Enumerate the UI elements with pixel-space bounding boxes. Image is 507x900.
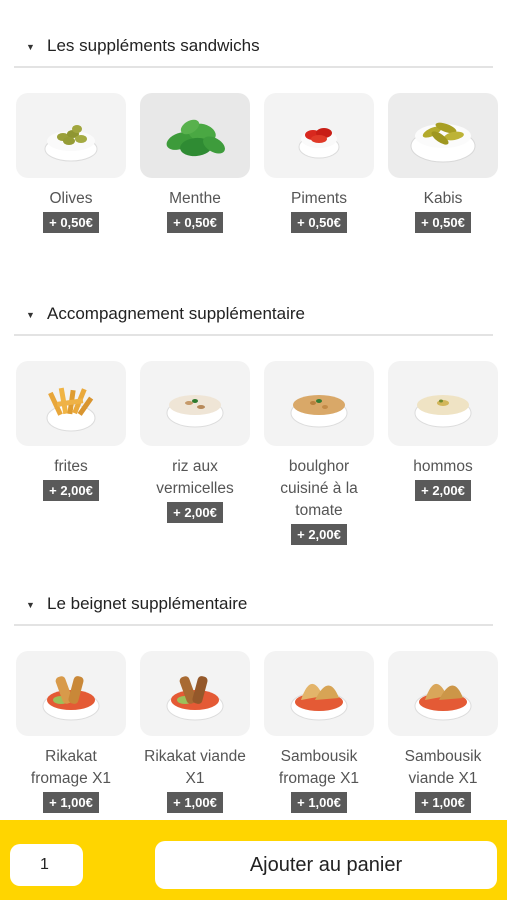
fries-bowl-icon[interactable] bbox=[16, 361, 126, 446]
rice-bowl-icon[interactable] bbox=[140, 361, 250, 446]
item-olives[interactable]: Olives + 0,50€ bbox=[16, 93, 126, 233]
mint-leaves-icon[interactable] bbox=[140, 93, 250, 178]
price-badge: + 0,50€ bbox=[291, 212, 347, 233]
item-rikakat-fromage[interactable]: Rikakat fromage X1 + 1,00€ bbox=[16, 651, 126, 813]
section-header[interactable]: ▼ Accompagnement supplémentaire bbox=[14, 296, 493, 336]
bulgur-bowl-icon[interactable] bbox=[264, 361, 374, 446]
olives-bowl-icon[interactable] bbox=[16, 93, 126, 178]
item-name: Kabis bbox=[423, 190, 463, 207]
item-kabis[interactable]: Kabis + 0,50€ bbox=[388, 93, 498, 233]
item-name: Sambousik viande X1 bbox=[404, 748, 482, 787]
price-badge: + 0,50€ bbox=[167, 212, 223, 233]
price-badge: + 0,50€ bbox=[43, 212, 99, 233]
price-badge: + 1,00€ bbox=[43, 792, 99, 813]
caret-down-icon[interactable]: ▼ bbox=[26, 600, 35, 610]
add-to-cart-button[interactable]: Ajouter au panier bbox=[155, 841, 497, 889]
section-header[interactable]: ▼ Les suppléments sandwichs bbox=[14, 28, 493, 68]
item-hommos[interactable]: hommos + 2,00€ bbox=[388, 361, 498, 501]
item-name: Piments bbox=[291, 190, 347, 207]
item-name: riz aux vermicelles bbox=[156, 458, 234, 497]
item-frites[interactable]: frites + 2,00€ bbox=[16, 361, 126, 501]
item-name: Sambousik fromage X1 bbox=[278, 748, 360, 787]
price-badge: + 2,00€ bbox=[167, 502, 223, 523]
section-header[interactable]: ▼ Le beignet supplémentaire bbox=[14, 586, 493, 626]
item-name: hommos bbox=[413, 458, 473, 475]
item-name: Menthe bbox=[169, 190, 221, 207]
item-name: Rikakat fromage X1 bbox=[30, 748, 112, 787]
price-badge: + 2,00€ bbox=[291, 524, 347, 545]
price-badge: + 1,00€ bbox=[291, 792, 347, 813]
items-row: Olives + 0,50€ Menthe + 0,50€ Piments + … bbox=[16, 93, 507, 323]
quantity-input[interactable] bbox=[10, 844, 83, 886]
item-rikakat-viande[interactable]: Rikakat viande X1 + 1,00€ bbox=[140, 651, 250, 813]
price-badge: + 1,00€ bbox=[167, 792, 223, 813]
sambousik-bowl-icon[interactable] bbox=[264, 651, 374, 736]
footer-bar: Ajouter au panier bbox=[0, 820, 507, 900]
sambousik-bowl-icon[interactable] bbox=[388, 651, 498, 736]
items-row: frites + 2,00€ riz aux vermicelles + 2,0… bbox=[16, 361, 507, 561]
section-title: Les suppléments sandwichs bbox=[47, 36, 260, 55]
pickles-bowl-icon[interactable] bbox=[388, 93, 498, 178]
caret-down-icon[interactable]: ▼ bbox=[26, 42, 35, 52]
section-title: Accompagnement supplémentaire bbox=[47, 304, 305, 323]
rikakat-bowl-icon[interactable] bbox=[140, 651, 250, 736]
price-badge: + 0,50€ bbox=[415, 212, 471, 233]
item-name: frites bbox=[54, 458, 88, 475]
rikakat-bowl-icon[interactable] bbox=[16, 651, 126, 736]
section-title: Le beignet supplémentaire bbox=[47, 594, 248, 613]
price-badge: + 2,00€ bbox=[43, 480, 99, 501]
item-menthe[interactable]: Menthe + 0,50€ bbox=[140, 93, 250, 233]
item-boulghor[interactable]: boulghor cuisiné à la tomate + 2,00€ bbox=[264, 361, 374, 545]
price-badge: + 1,00€ bbox=[415, 792, 471, 813]
item-name: Rikakat viande X1 bbox=[144, 748, 246, 787]
item-piments[interactable]: Piments + 0,50€ bbox=[264, 93, 374, 233]
item-riz-aux-vermicelles[interactable]: riz aux vermicelles + 2,00€ bbox=[140, 361, 250, 523]
hummus-bowl-icon[interactable] bbox=[388, 361, 498, 446]
item-sambousik-fromage[interactable]: Sambousik fromage X1 + 1,00€ bbox=[264, 651, 374, 813]
item-sambousik-viande[interactable]: Sambousik viande X1 + 1,00€ bbox=[388, 651, 498, 813]
caret-down-icon[interactable]: ▼ bbox=[26, 310, 35, 320]
item-name: boulghor cuisiné à la tomate bbox=[280, 458, 358, 519]
item-name: Olives bbox=[49, 190, 93, 207]
price-badge: + 2,00€ bbox=[415, 480, 471, 501]
chili-peppers-bowl-icon[interactable] bbox=[264, 93, 374, 178]
